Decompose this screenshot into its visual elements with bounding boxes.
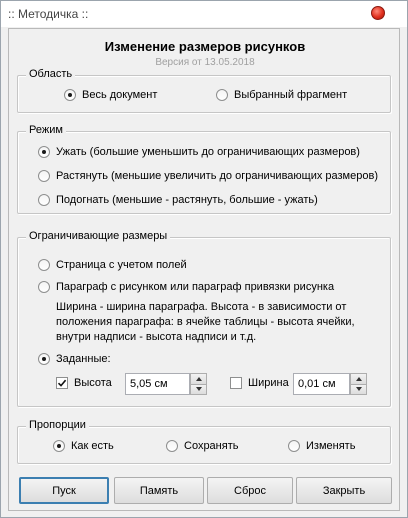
limits-option-label: Страница с учетом полей <box>56 259 187 271</box>
proportions-radio-as-is[interactable]: Как есть <box>53 440 114 452</box>
checkbox-unchecked-icon <box>230 377 242 389</box>
area-option-label: Весь документ <box>82 89 158 101</box>
area-legend: Область <box>26 68 76 80</box>
area-option-label: Выбранный фрагмент <box>234 89 348 101</box>
mode-group: Режим Ужать (большие уменьшить до ограни… <box>17 124 391 214</box>
height-input[interactable] <box>125 373 190 395</box>
limits-radio-paragraph[interactable]: Параграф с рисунком или параграф привязк… <box>38 281 334 293</box>
area-radio-whole-document[interactable]: Весь документ <box>64 89 157 101</box>
width-checkbox[interactable]: Ширина <box>230 377 289 389</box>
mode-radio-stretch[interactable]: Растянуть (меньшие увеличить до ограничи… <box>38 170 378 182</box>
mode-option-label: Ужать (большие уменьшить до ограничивающ… <box>56 146 360 158</box>
height-label: Высота <box>74 377 112 389</box>
area-group: Область Весь документ Выбранный фрагмент <box>17 68 391 113</box>
width-spinner[interactable] <box>350 373 367 395</box>
spin-down-icon[interactable] <box>190 384 207 395</box>
mode-option-label: Растянуть (меньшие увеличить до ограничи… <box>56 170 378 182</box>
proportions-radio-change[interactable]: Изменять <box>288 440 355 452</box>
close-button[interactable]: Закрыть <box>296 477 392 504</box>
radio-icon <box>38 353 50 365</box>
mode-radio-shrink[interactable]: Ужать (большие уменьшить до ограничивающ… <box>38 146 360 158</box>
page-title: Изменение размеров рисунков <box>104 39 306 54</box>
memory-button[interactable]: Память <box>114 477 204 504</box>
radio-icon <box>166 440 178 452</box>
paragraph-note: Ширина - ширина параграфа. Высота - в за… <box>56 300 355 345</box>
radio-icon <box>38 259 50 271</box>
dialog-body: Изменение размеров рисунков Версия от 13… <box>8 28 400 511</box>
spin-down-icon[interactable] <box>350 384 367 395</box>
radio-icon <box>38 281 50 293</box>
spin-up-icon[interactable] <box>350 373 367 385</box>
limits-group: Ограничивающие размеры Страница с учетом… <box>17 230 391 407</box>
width-input[interactable] <box>293 373 350 395</box>
mode-radio-fit[interactable]: Подогнать (меньшие - растянуть, большие … <box>38 194 318 206</box>
radio-icon <box>38 194 50 206</box>
note-line: положения параграфа: в ячейке таблицы - … <box>56 316 355 328</box>
proportions-group: Пропорции Как есть Сохранять Изменять <box>17 419 391 464</box>
limits-legend: Ограничивающие размеры <box>26 230 171 242</box>
close-icon[interactable] <box>371 6 385 20</box>
spin-up-icon[interactable] <box>190 373 207 385</box>
limits-option-label: Заданные: <box>56 353 111 365</box>
height-spinner[interactable] <box>190 373 207 395</box>
limits-radio-page[interactable]: Страница с учетом полей <box>38 259 187 271</box>
proportions-radio-keep[interactable]: Сохранять <box>166 440 238 452</box>
checkbox-checked-icon <box>56 377 68 389</box>
limits-option-label: Параграф с рисунком или параграф привязк… <box>56 281 335 293</box>
note-line: внутри надписи - высота надписи и т.д. <box>56 331 257 343</box>
width-label: Ширина <box>248 377 289 389</box>
title-bar[interactable]: :: Методичка :: <box>1 1 407 27</box>
height-checkbox[interactable]: Высота <box>56 377 112 389</box>
proportions-option-label: Как есть <box>71 440 114 452</box>
dialog-window: :: Методичка :: Изменение размеров рисун… <box>0 0 408 518</box>
proportions-legend: Пропорции <box>26 419 89 431</box>
note-line: Ширина - ширина параграфа. Высота - в за… <box>56 301 347 313</box>
mode-option-label: Подогнать (меньшие - растянуть, большие … <box>56 194 318 206</box>
run-button[interactable]: Пуск <box>19 477 109 504</box>
window-title: :: Методичка :: <box>8 7 89 21</box>
proportions-option-label: Сохранять <box>184 440 239 452</box>
version-label: Версия от 13.05.2018 <box>155 57 255 68</box>
reset-button[interactable]: Сброс <box>207 477 293 504</box>
radio-icon <box>38 170 50 182</box>
radio-icon <box>64 89 76 101</box>
radio-icon <box>288 440 300 452</box>
radio-icon <box>53 440 65 452</box>
radio-icon <box>216 89 228 101</box>
proportions-option-label: Изменять <box>306 440 356 452</box>
radio-icon <box>38 146 50 158</box>
limits-radio-custom[interactable]: Заданные: <box>38 353 111 365</box>
area-radio-selection[interactable]: Выбранный фрагмент <box>216 89 347 101</box>
mode-legend: Режим <box>26 124 66 136</box>
